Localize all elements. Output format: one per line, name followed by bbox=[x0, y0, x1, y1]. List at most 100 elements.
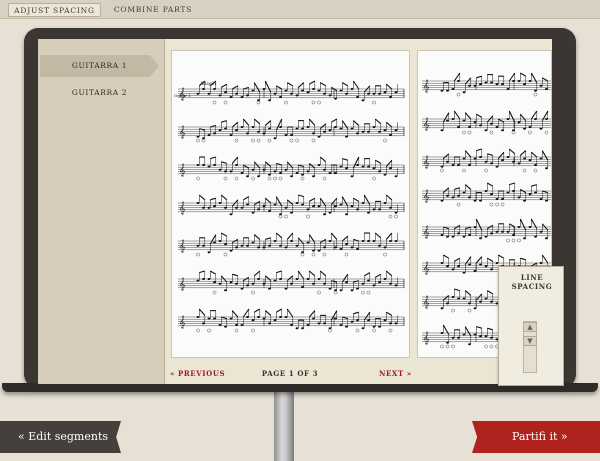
part-item-guitarra-2[interactable]: Guitarra 2 bbox=[40, 82, 159, 104]
note-beam bbox=[231, 156, 239, 164]
note-head bbox=[301, 173, 304, 176]
string-marking bbox=[317, 290, 321, 295]
note-head bbox=[501, 198, 504, 200]
note-head bbox=[224, 127, 227, 130]
note-beam bbox=[342, 82, 349, 87]
note-head bbox=[279, 172, 282, 174]
note-head bbox=[451, 336, 455, 339]
note-beam bbox=[464, 256, 472, 265]
note-head bbox=[196, 164, 200, 166]
note-beam bbox=[519, 218, 527, 231]
note-head bbox=[224, 325, 227, 328]
note-head bbox=[506, 88, 510, 90]
top-toolbar: Adjust Spacing Combine Parts bbox=[0, 0, 600, 19]
note-head bbox=[350, 205, 354, 208]
previous-page-link[interactable]: « Previous bbox=[170, 368, 225, 380]
arrow-down-icon[interactable]: ▼ bbox=[523, 336, 537, 346]
string-marking bbox=[383, 138, 387, 143]
note-head bbox=[328, 129, 332, 132]
note-beam bbox=[287, 82, 294, 87]
next-page-link[interactable]: Next » bbox=[379, 368, 412, 380]
note-head bbox=[479, 83, 482, 86]
partifi-it-button[interactable]: Partifi it » bbox=[472, 421, 600, 453]
note-head bbox=[356, 132, 359, 135]
note-head bbox=[246, 175, 249, 178]
note-head bbox=[372, 167, 376, 170]
note-head bbox=[301, 89, 304, 92]
note-head bbox=[383, 246, 387, 249]
string-marking bbox=[311, 138, 316, 143]
note-head bbox=[350, 175, 354, 178]
note-beam bbox=[454, 257, 461, 262]
note-beam bbox=[298, 194, 304, 198]
note-head bbox=[451, 164, 455, 166]
note-head bbox=[479, 237, 482, 240]
note-beam bbox=[385, 159, 393, 167]
note-head bbox=[473, 226, 477, 228]
note-head bbox=[246, 316, 249, 318]
string-marking bbox=[500, 202, 505, 207]
note-head bbox=[251, 282, 255, 285]
note-head bbox=[512, 190, 515, 192]
note-head bbox=[473, 270, 477, 272]
note-head bbox=[257, 278, 260, 280]
note-head bbox=[512, 80, 515, 82]
note-head bbox=[539, 127, 543, 130]
note-head bbox=[446, 119, 449, 122]
note-beam bbox=[464, 150, 472, 158]
note-beam bbox=[286, 232, 294, 240]
note-beam bbox=[286, 199, 294, 206]
note-head bbox=[240, 287, 244, 290]
note-head bbox=[306, 324, 310, 326]
note-head bbox=[295, 327, 299, 330]
note-beam bbox=[531, 184, 537, 187]
string-marking bbox=[223, 252, 228, 257]
part-item-guitarra-1[interactable]: Guitarra 1 bbox=[40, 55, 159, 77]
note-head bbox=[389, 96, 392, 98]
note-head bbox=[273, 170, 277, 173]
note-beam bbox=[221, 161, 227, 164]
note-head bbox=[484, 81, 488, 84]
note-head bbox=[389, 167, 392, 170]
note-head bbox=[367, 240, 370, 242]
note-beam bbox=[264, 161, 272, 168]
arrow-up-icon[interactable]: ▲ bbox=[523, 322, 537, 332]
note-head bbox=[528, 126, 532, 128]
edit-segments-button[interactable]: « Edit segments bbox=[0, 421, 121, 453]
note-beam bbox=[308, 270, 316, 277]
note-head bbox=[394, 91, 398, 94]
tab-adjust-spacing[interactable]: Adjust Spacing bbox=[8, 3, 101, 17]
note-head bbox=[462, 191, 466, 194]
note-head bbox=[213, 205, 216, 208]
note-head bbox=[539, 198, 543, 200]
note-head bbox=[334, 126, 337, 128]
note-beam bbox=[454, 288, 460, 292]
note-head bbox=[301, 127, 304, 130]
note-head bbox=[446, 160, 449, 163]
tab-combine-parts[interactable]: Combine Parts bbox=[108, 3, 198, 17]
note-head bbox=[350, 289, 354, 292]
note-head bbox=[262, 317, 266, 320]
note-head bbox=[229, 281, 233, 284]
note-head bbox=[457, 297, 460, 300]
note-head bbox=[196, 244, 200, 247]
note-head bbox=[440, 165, 444, 168]
note-beam bbox=[264, 310, 272, 316]
note-head bbox=[323, 246, 326, 249]
note-head bbox=[334, 246, 337, 249]
note-head bbox=[317, 249, 321, 252]
note-head bbox=[224, 170, 227, 173]
note-beam bbox=[286, 275, 294, 282]
note-head bbox=[295, 172, 299, 174]
note-head bbox=[317, 278, 321, 280]
note-head bbox=[523, 157, 526, 160]
note-beam bbox=[275, 118, 283, 131]
note-head bbox=[312, 282, 315, 285]
note-beam bbox=[253, 118, 261, 125]
note-head bbox=[246, 244, 249, 247]
treble-clef-icon: 𝄞 bbox=[179, 316, 186, 329]
note-beam bbox=[476, 148, 482, 152]
note-beam bbox=[476, 326, 482, 329]
note-head bbox=[317, 164, 321, 166]
string-marking bbox=[344, 252, 349, 257]
